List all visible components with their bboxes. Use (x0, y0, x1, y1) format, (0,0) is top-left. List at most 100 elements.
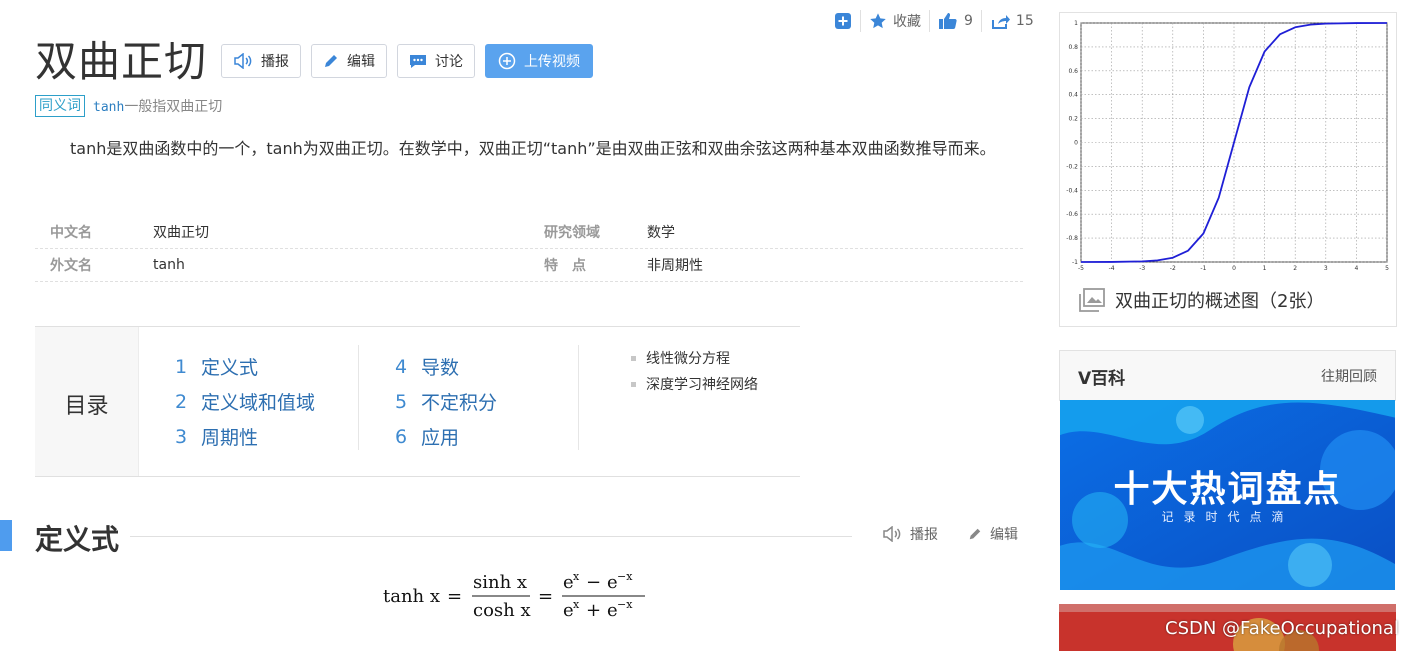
overview-caption-label: 双曲正切的概述图（2张） (1115, 291, 1325, 312)
vbaike-title: V百科 (1078, 368, 1126, 389)
formula-denominator: cosh x (473, 600, 531, 621)
formula-minus: − (586, 572, 601, 593)
x-tick-label: -5 (1078, 265, 1084, 272)
info-value: tanh (153, 257, 185, 273)
catalog-title: 定义域和值域 (201, 392, 316, 414)
edit-button[interactable]: 编辑 (311, 44, 387, 78)
bullet-icon (631, 355, 636, 361)
section-broadcast-button[interactable]: 播报 (882, 524, 938, 544)
star-icon (870, 13, 886, 29)
catalog-number: 6 (395, 425, 408, 448)
like-count: 9 (964, 13, 973, 29)
broadcast-button[interactable]: 播报 (221, 44, 301, 78)
catalog-subitem-label: 线性微分方程 (646, 351, 730, 367)
catalog-item-definition[interactable]: 1 定义式 (175, 349, 358, 384)
watermark: CSDN @FakeOccupational (1165, 618, 1399, 639)
broadcast-label: 播报 (261, 54, 289, 70)
catalog-title: 定义式 (201, 357, 259, 379)
vbaike-banner[interactable]: 十大热词盘点 记录时代点滴 (1060, 400, 1395, 590)
x-tick-label: 4 (1354, 265, 1358, 272)
x-tick-label: 5 (1385, 265, 1389, 272)
edit-label: 编辑 (347, 54, 375, 70)
page-title: 双曲正切 (35, 37, 208, 86)
discuss-button[interactable]: 讨论 (397, 44, 475, 78)
formula-equals: = (447, 586, 462, 607)
share-icon (991, 15, 1010, 29)
banner-subtitle: 记录时代点滴 (1161, 510, 1294, 524)
pencil-icon (325, 55, 337, 67)
section-broadcast-label: 播报 (910, 527, 938, 543)
table-row: 中文名 双曲正切 研究领域 数学 (35, 216, 1023, 249)
x-tick-label: -4 (1109, 265, 1115, 272)
y-tick-label: 1 (1074, 20, 1078, 27)
info-key: 特 点 (544, 258, 586, 274)
info-value: 双曲正切 (153, 225, 209, 241)
catalog-column: 4 导数 5 不定积分 6 应用 (395, 345, 579, 450)
section-tools: 播报 编辑 (882, 524, 1018, 544)
catalog-title: 不定积分 (421, 392, 498, 414)
section-edit-label: 编辑 (990, 527, 1018, 543)
overview-caption[interactable]: 双曲正切的概述图（2张） (1079, 287, 1324, 313)
section-title: 定义式 (35, 523, 120, 556)
section-edit-button[interactable]: 编辑 (968, 524, 1018, 544)
formula-equals: = (538, 586, 553, 607)
speaker-icon (234, 53, 252, 69)
overview-image-card[interactable]: -5 -4 -3 -2 -1 0 1 2 3 4 5 1 0.8 0.6 0.4 0.2 0 -0.2 -0.4 -0… (1059, 12, 1397, 327)
catalog-subitem-linear-ode[interactable]: 线性微分方程 (631, 345, 758, 371)
catalog: 目录 1 定义式 2 定义域和值域 3 周期性 4 导数 5 不定积分 6 应用 线性微分方… (35, 326, 800, 477)
info-value: 数学 (647, 225, 675, 241)
y-tick-label: -0.4 (1066, 187, 1078, 194)
vbaike-header: V百科 往期回顾 (1060, 351, 1395, 401)
catalog-item-periodicity[interactable]: 3 周期性 (175, 419, 358, 454)
x-tick-label: -2 (1170, 265, 1176, 272)
plus-circle-icon (498, 52, 516, 70)
synonym-text: tanh一般指双曲正切 (93, 96, 222, 116)
x-tick-label: -3 (1139, 265, 1145, 272)
synonym-description: 一般指双曲正切 (124, 99, 223, 115)
thumbs-up-icon (939, 13, 957, 29)
formula-exp: x (573, 598, 580, 611)
basic-info-table: 中文名 双曲正切 研究领域 数学 外文名 tanh 特 点 非周期性 (35, 216, 1023, 282)
catalog-item-derivative[interactable]: 4 导数 (395, 349, 578, 384)
bullet-icon (631, 381, 636, 387)
x-tick-label: 2 (1293, 265, 1297, 272)
synonym-link[interactable]: tanh (93, 100, 124, 115)
info-key: 研究领域 (544, 225, 600, 241)
x-tick-label: 1 (1263, 265, 1267, 272)
action-bar: 收藏 9 15 (826, 8, 1042, 34)
discuss-label: 讨论 (435, 54, 463, 70)
catalog-item-domain-range[interactable]: 2 定义域和值域 (175, 384, 358, 419)
table-row: 外文名 tanh 特 点 非周期性 (35, 249, 1023, 282)
upload-video-label: 上传视频 (524, 54, 580, 70)
x-tick-label: 3 (1324, 265, 1328, 272)
vbaike-more-link[interactable]: 往期回顾 (1321, 366, 1377, 386)
y-tick-label: 0.6 (1068, 68, 1078, 75)
formula-plus: + (586, 600, 601, 621)
x-tick-label: 0 (1232, 265, 1236, 272)
catalog-number: 3 (175, 425, 188, 448)
catalog-item-integral[interactable]: 5 不定积分 (395, 384, 578, 419)
catalog-heading: 目录 (35, 327, 139, 476)
y-tick-label: 0.2 (1068, 116, 1078, 123)
formula-exp: −x (617, 598, 633, 611)
plus-square-icon (835, 13, 851, 29)
catalog-subitem-deep-learning[interactable]: 深度学习神经网络 (631, 371, 758, 397)
vbaike-card: V百科 往期回顾 (1059, 350, 1396, 401)
synonym-tag: 同义词 (35, 95, 85, 117)
synonym-row: 同义词 tanh一般指双曲正切 (35, 95, 222, 117)
upload-video-button[interactable]: 上传视频 (485, 44, 593, 78)
share-button[interactable]: 15 (982, 8, 1042, 34)
like-button[interactable]: 9 (930, 8, 981, 34)
tanh-chart: -5 -4 -3 -2 -1 0 1 2 3 4 5 1 0.8 0.6 0.4 0.2 0 -0.2 -0.4 -0… (1066, 20, 1389, 272)
tanh-formula: tanh x = sinh x cosh x = e x − e −x e x … (383, 570, 645, 621)
chat-icon (410, 55, 426, 68)
favorite-button[interactable]: 收藏 (861, 8, 929, 34)
catalog-item-application[interactable]: 6 应用 (395, 419, 578, 454)
y-tick-label: 0.8 (1068, 44, 1078, 51)
formula-lhs: tanh x (383, 586, 440, 607)
catalog-number: 2 (175, 390, 188, 413)
y-tick-label: -0.2 (1066, 163, 1078, 170)
catalog-number: 1 (175, 355, 188, 378)
info-key: 外文名 (50, 258, 92, 274)
add-button[interactable] (826, 8, 860, 34)
